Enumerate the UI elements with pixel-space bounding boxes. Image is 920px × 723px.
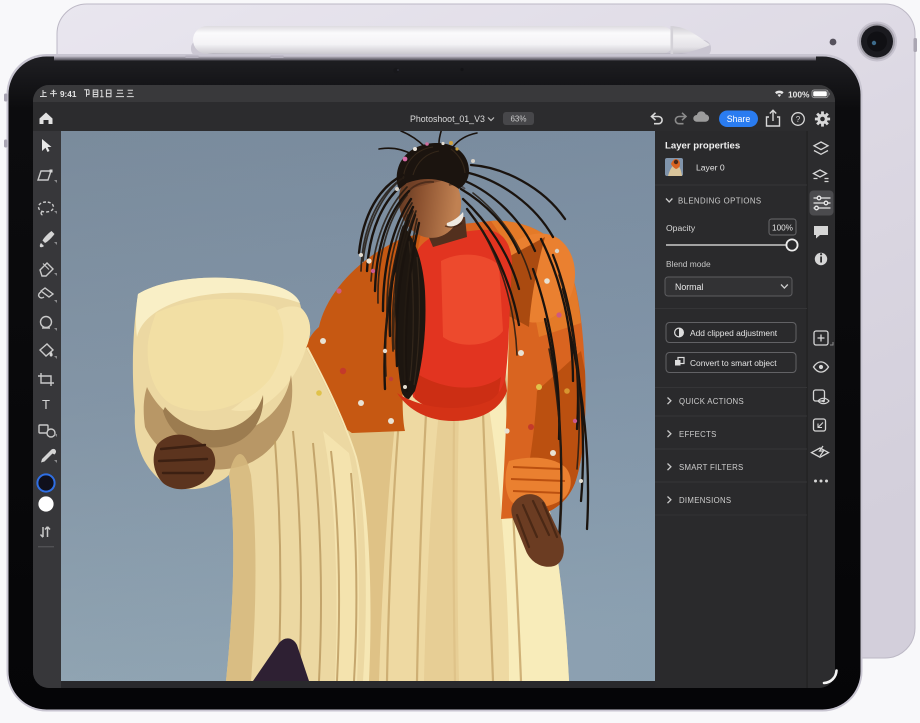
svg-text:QUICK ACTIONS: QUICK ACTIONS	[679, 397, 744, 406]
svg-text:Blend mode: Blend mode	[666, 259, 711, 269]
svg-text:T: T	[42, 397, 50, 412]
svg-text:?: ?	[796, 115, 801, 124]
svg-text:Layer 0: Layer 0	[696, 163, 725, 173]
svg-text:DIMENSIONS: DIMENSIONS	[679, 496, 731, 505]
svg-text:Add clipped adjustment: Add clipped adjustment	[690, 328, 778, 338]
svg-text:SMART FILTERS: SMART FILTERS	[679, 463, 744, 472]
svg-text:Convert to smart object: Convert to smart object	[690, 358, 777, 368]
svg-text:100%: 100%	[788, 89, 810, 99]
svg-text:63%: 63%	[510, 115, 526, 124]
svg-text:100%: 100%	[772, 224, 793, 233]
svg-text:Normal: Normal	[675, 282, 703, 292]
svg-text:Photoshoot_01_V3: Photoshoot_01_V3	[410, 114, 485, 124]
svg-text:BLENDING OPTIONS: BLENDING OPTIONS	[678, 197, 762, 206]
svg-text:Opacity: Opacity	[666, 223, 696, 233]
svg-text:9:41: 9:41	[60, 90, 77, 99]
svg-text:Layer properties: Layer properties	[665, 141, 740, 152]
svg-text:EFFECTS: EFFECTS	[679, 430, 717, 439]
svg-text:Share: Share	[727, 114, 751, 124]
